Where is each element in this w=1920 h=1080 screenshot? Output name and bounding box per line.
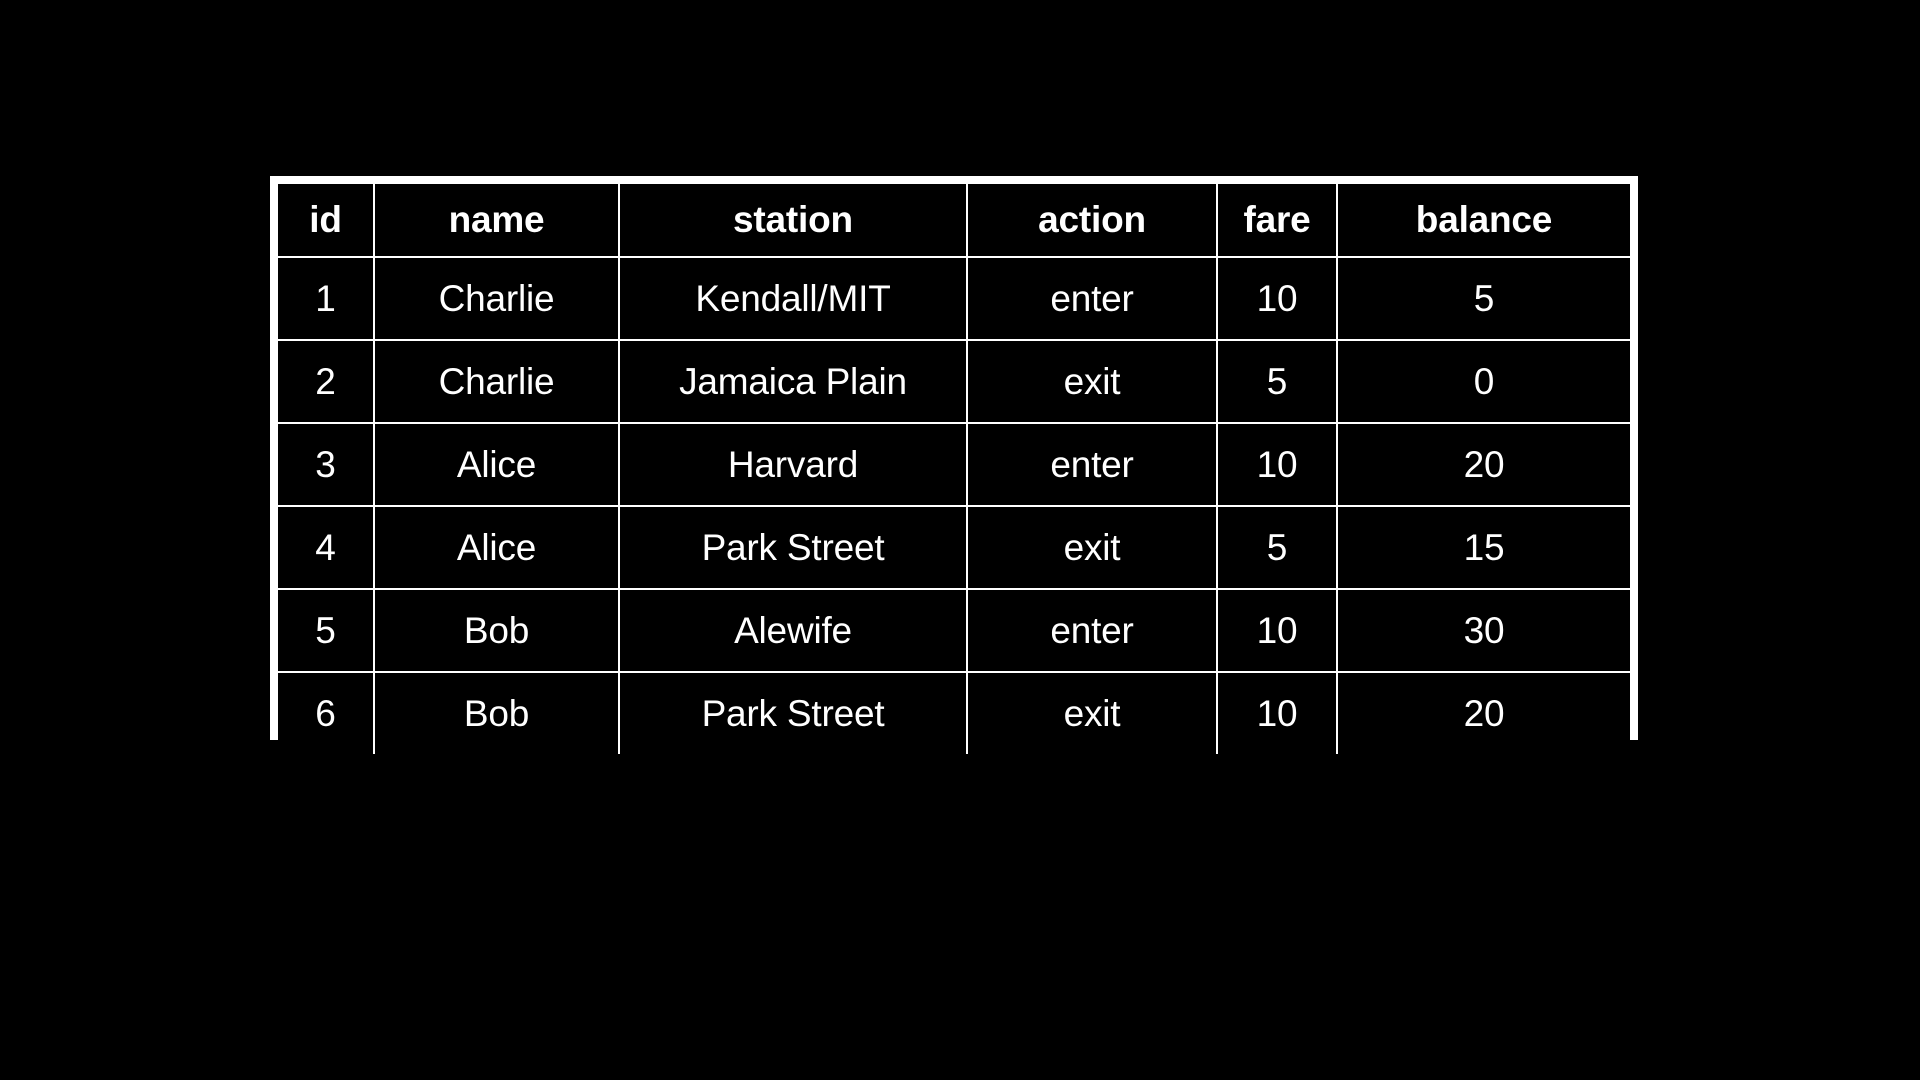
cell-name: Bob: [373, 671, 620, 754]
cell-fare: 10: [1216, 671, 1338, 754]
column-header-station: station: [618, 184, 968, 258]
table-row: 1 Charlie Kendall/MIT enter 10 5: [278, 256, 1630, 341]
cell-balance: 30: [1336, 588, 1630, 673]
cell-id: 5: [278, 588, 375, 673]
cell-station: Alewife: [618, 588, 968, 673]
table-row: 2 Charlie Jamaica Plain exit 5 0: [278, 339, 1630, 424]
cell-station: Park Street: [618, 671, 968, 754]
table-row: 5 Bob Alewife enter 10 30: [278, 588, 1630, 673]
cell-action: enter: [966, 256, 1218, 341]
cell-station: Jamaica Plain: [618, 339, 968, 424]
cell-station: Park Street: [618, 505, 968, 590]
column-header-balance: balance: [1336, 184, 1630, 258]
transit-fare-log-table: id name station action fare balance 1 Ch…: [278, 184, 1630, 754]
table-header-row: id name station action fare balance: [278, 184, 1630, 258]
cell-id: 1: [278, 256, 375, 341]
cell-station: Harvard: [618, 422, 968, 507]
table-row: 6 Bob Park Street exit 10 20: [278, 671, 1630, 754]
cell-id: 6: [278, 671, 375, 754]
cell-name: Charlie: [373, 339, 620, 424]
column-header-fare: fare: [1216, 184, 1338, 258]
cell-balance: 5: [1336, 256, 1630, 341]
cell-fare: 10: [1216, 422, 1338, 507]
table-header: id name station action fare balance: [278, 184, 1630, 258]
table-row: 4 Alice Park Street exit 5 15: [278, 505, 1630, 590]
cell-action: enter: [966, 588, 1218, 673]
column-header-id: id: [278, 184, 375, 258]
cell-balance: 0: [1336, 339, 1630, 424]
cell-action: exit: [966, 339, 1218, 424]
cell-name: Alice: [373, 505, 620, 590]
page-canvas: id name station action fare balance 1 Ch…: [0, 0, 1920, 1080]
cell-id: 2: [278, 339, 375, 424]
data-table-frame: id name station action fare balance 1 Ch…: [270, 176, 1638, 754]
cell-fare: 10: [1216, 256, 1338, 341]
cell-balance: 15: [1336, 505, 1630, 590]
cell-balance: 20: [1336, 671, 1630, 754]
cell-fare: 5: [1216, 339, 1338, 424]
cell-action: exit: [966, 671, 1218, 754]
cell-fare: 10: [1216, 588, 1338, 673]
column-header-action: action: [966, 184, 1218, 258]
cell-name: Charlie: [373, 256, 620, 341]
cell-name: Alice: [373, 422, 620, 507]
table-body: 1 Charlie Kendall/MIT enter 10 5 2 Charl…: [278, 256, 1630, 754]
cell-balance: 20: [1336, 422, 1630, 507]
cell-station: Kendall/MIT: [618, 256, 968, 341]
column-header-name: name: [373, 184, 620, 258]
cell-action: enter: [966, 422, 1218, 507]
cell-action: exit: [966, 505, 1218, 590]
cell-id: 4: [278, 505, 375, 590]
cell-name: Bob: [373, 588, 620, 673]
cell-id: 3: [278, 422, 375, 507]
table-row: 3 Alice Harvard enter 10 20: [278, 422, 1630, 507]
cell-fare: 5: [1216, 505, 1338, 590]
